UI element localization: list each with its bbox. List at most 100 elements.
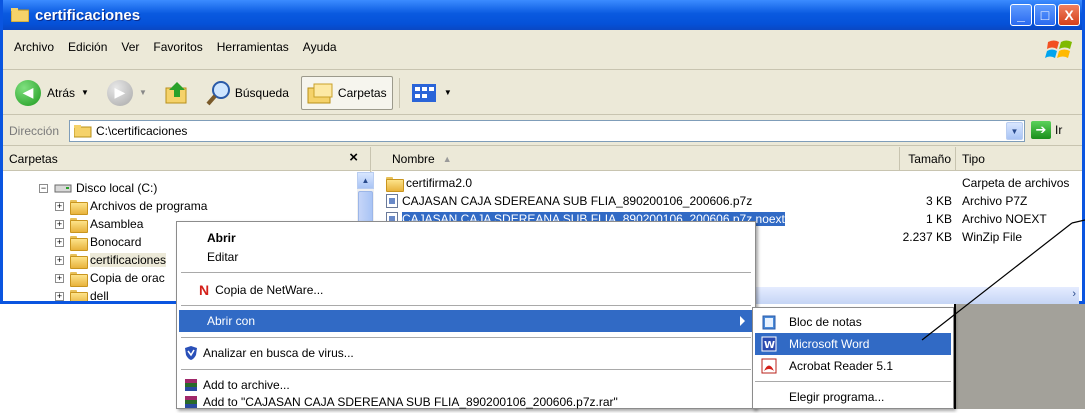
scroll-thumb[interactable]	[358, 191, 373, 225]
file-type: Archivo NOEXT	[962, 212, 1047, 226]
folder-icon	[70, 253, 88, 269]
folder-icon	[70, 217, 88, 233]
file-row[interactable]: CAJASAN CAJA SDEREANA SUB FLIA_890200106…	[386, 192, 752, 210]
maximize-button[interactable]: □	[1034, 4, 1056, 26]
file-size: 1 KB	[925, 212, 952, 226]
tree-item-asamblea[interactable]: + Asamblea	[55, 215, 143, 233]
open-with-submenu: Bloc de notas W Microsoft Word Acrobat R…	[752, 307, 954, 409]
search-icon	[206, 80, 230, 105]
submenu-item-notepad[interactable]: Bloc de notas	[755, 311, 951, 333]
submenu-item-choose-program[interactable]: Elegir programa...	[755, 386, 951, 408]
menu-separator	[181, 305, 751, 306]
title-bar[interactable]: certificaciones _ □ X	[3, 0, 1082, 30]
tree-item-bonocard[interactable]: + Bonocard	[55, 233, 141, 251]
file-type: Archivo P7Z	[962, 194, 1028, 208]
tree-item-copia-de-orac[interactable]: + Copia de orac	[55, 269, 165, 287]
menu-item-netware-copy[interactable]: N Copia de NetWare...	[179, 279, 753, 301]
word-icon: W	[761, 336, 777, 352]
folder-icon	[70, 235, 88, 251]
expand-icon[interactable]: +	[55, 255, 64, 265]
submenu-item-microsoft-word[interactable]: W Microsoft Word	[755, 333, 951, 355]
folders-icon	[307, 83, 333, 103]
address-label: Dirección	[9, 123, 60, 138]
tree-item-certificaciones[interactable]: + certificaciones	[55, 251, 167, 269]
chevron-down-icon: ▼	[81, 88, 89, 97]
tree-item-dell[interactable]: + dell	[55, 287, 109, 301]
go-arrow-icon: ➔	[1031, 121, 1051, 139]
forward-arrow-icon: ▶	[106, 79, 133, 106]
window-title: certificaciones	[35, 6, 141, 24]
file-size: 2.237 KB	[902, 230, 952, 244]
file-size	[892, 174, 952, 192]
address-value: C:\certificaciones	[96, 124, 188, 138]
collapse-icon[interactable]: −	[39, 183, 48, 193]
close-icon[interactable]: ×	[349, 149, 358, 166]
views-icon	[411, 83, 436, 102]
chevron-down-icon: ▼	[443, 88, 452, 97]
column-header-type[interactable]: Tipo	[956, 147, 1082, 171]
views-button[interactable]: ▼	[406, 76, 456, 110]
file-row[interactable]: certifirma2.0	[386, 174, 472, 192]
toolbar-separator	[398, 77, 400, 108]
address-dropdown-icon[interactable]: ▼	[1006, 122, 1023, 140]
address-bar: Dirección C:\certificaciones ▼ ➔ Ir	[3, 116, 1082, 146]
menu-separator	[755, 381, 951, 382]
menu-item-scan-virus[interactable]: Analizar en busca de virus...	[179, 342, 753, 364]
menu-favoritos[interactable]: Favoritos	[146, 40, 209, 54]
go-button[interactable]: ➔ Ir	[1031, 121, 1062, 139]
back-button[interactable]: ◀ Atrás ▼	[11, 76, 93, 110]
folder-icon	[10, 8, 30, 23]
folder-icon	[74, 125, 92, 138]
menu-herramientas[interactable]: Herramientas	[210, 40, 296, 54]
expand-icon[interactable]: +	[55, 291, 64, 301]
horizontal-scrollbar[interactable]: ›	[750, 287, 1079, 304]
file-size: 3 KB	[925, 194, 952, 208]
file-type: Carpeta de archivos	[962, 176, 1070, 190]
scroll-right-icon[interactable]: ›	[1072, 288, 1076, 300]
expand-icon[interactable]: +	[55, 237, 64, 247]
expand-icon[interactable]: +	[55, 201, 64, 211]
menu-item-edit[interactable]: Editar	[179, 246, 753, 268]
drive-icon	[54, 184, 72, 193]
context-menu: Abrir Editar N Copia de NetWare... Abrir…	[176, 221, 756, 409]
chevron-down-icon: ▼	[138, 88, 147, 97]
folder-tree-header: Carpetas ×	[3, 147, 370, 171]
menu-item-open-with[interactable]: Abrir con	[179, 310, 753, 332]
scroll-up-icon[interactable]: ▲	[357, 172, 374, 189]
column-header-size[interactable]: Tamaño	[900, 147, 956, 171]
file-icon	[386, 194, 398, 208]
folder-up-icon	[165, 81, 187, 103]
expand-icon[interactable]: +	[55, 219, 64, 229]
windows-logo-icon	[1045, 40, 1072, 58]
svg-text:W: W	[764, 340, 775, 351]
acrobat-icon	[761, 358, 777, 374]
window-edge	[954, 304, 1085, 409]
forward-button[interactable]: ▶ ▼	[103, 76, 151, 110]
up-folder-button[interactable]	[159, 76, 195, 110]
winrar-icon	[185, 396, 197, 408]
expand-icon[interactable]: +	[55, 273, 64, 283]
file-type: WinZip File	[962, 230, 1023, 244]
submenu-item-acrobat[interactable]: Acrobat Reader 5.1	[755, 355, 951, 377]
menu-edicion[interactable]: Edición	[61, 40, 114, 54]
antivirus-shield-icon	[185, 346, 197, 360]
search-button[interactable]: Búsqueda	[201, 76, 293, 110]
menu-ver[interactable]: Ver	[114, 40, 146, 54]
close-button[interactable]: X	[1058, 4, 1080, 26]
menu-ayuda[interactable]: Ayuda	[296, 40, 344, 54]
menu-archivo[interactable]: Archivo	[7, 40, 61, 54]
folders-button[interactable]: Carpetas	[300, 75, 393, 110]
tree-item-archivos-de-programa[interactable]: + Archivos de programa	[55, 197, 207, 215]
menu-separator	[181, 337, 751, 338]
tree-item-disco-local[interactable]: − Disco local (C:)	[39, 179, 157, 197]
sort-ascending-icon: ▲	[442, 153, 452, 164]
menu-item-add-to-named-rar[interactable]: Add to "CAJASAN CAJA SDEREANA SUB FLIA_8…	[179, 391, 753, 413]
minimize-button[interactable]: _	[1010, 4, 1032, 26]
folder-icon	[70, 289, 88, 301]
menu-separator	[181, 272, 751, 273]
back-arrow-icon: ◀	[15, 79, 41, 106]
notepad-icon	[762, 315, 776, 330]
menu-bar: Archivo Edición Ver Favoritos Herramient…	[3, 30, 1082, 70]
column-header-name[interactable]: Nombre ▲	[372, 147, 900, 171]
address-input[interactable]: C:\certificaciones ▼	[69, 120, 1025, 142]
